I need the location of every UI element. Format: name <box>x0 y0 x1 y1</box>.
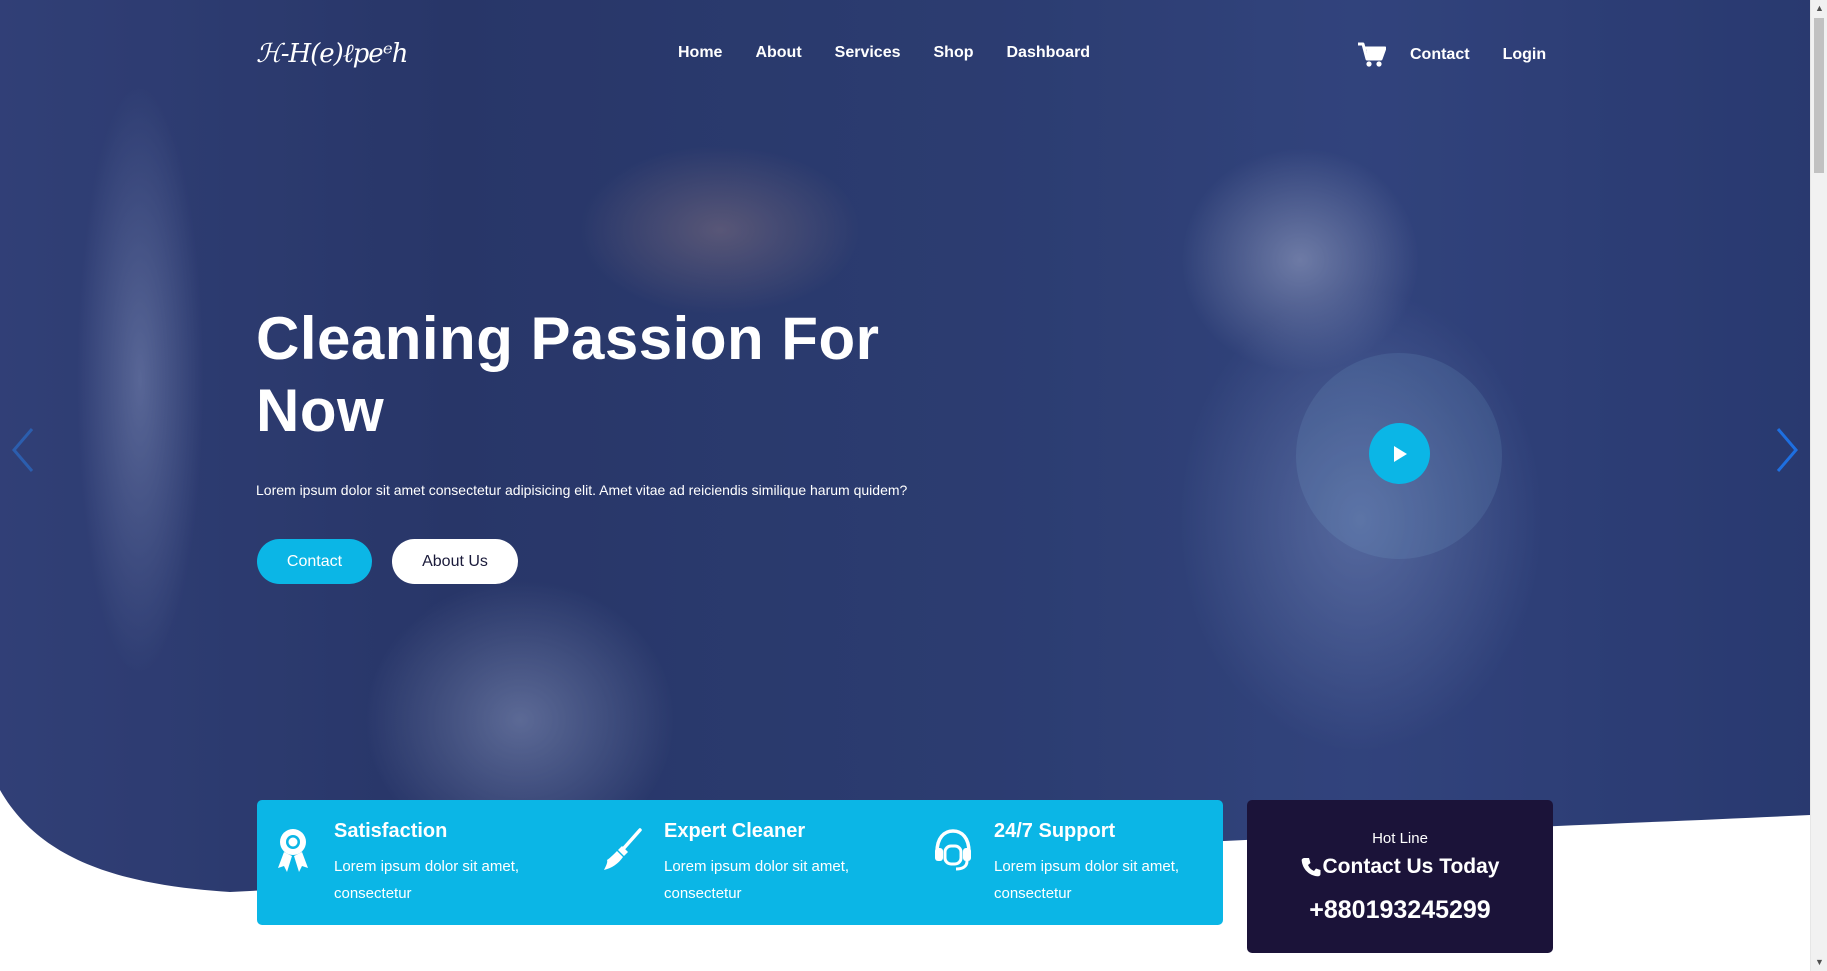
chevron-right-icon[interactable] <box>1772 425 1802 475</box>
nav-home[interactable]: Home <box>678 44 722 62</box>
hotline-phone[interactable]: +880193245299 <box>1247 896 1553 925</box>
scroll-down-arrow-icon[interactable]: ▼ <box>1811 954 1827 971</box>
hotline-label: Hot Line <box>1372 830 1428 847</box>
feature-title: Expert Cleaner <box>664 820 806 842</box>
feature-text: Lorem ipsum dolor sit amet, consectetur <box>664 858 850 902</box>
award-icon <box>278 829 308 872</box>
headset-icon <box>935 829 971 871</box>
hotline-box: Hot Line Contact Us Today +880193245299 <box>1247 800 1553 953</box>
contact-button[interactable]: Contact <box>257 539 372 584</box>
feature-expert-cleaner: Expert Cleaner Lorem ipsum dolor sit ame… <box>587 800 907 925</box>
nav-right: Contact Login <box>1358 42 1579 68</box>
feature-title: 24/7 Support <box>994 820 1116 842</box>
chevron-left-icon[interactable] <box>8 425 38 475</box>
features-bar: Satisfaction Lorem ipsum dolor sit amet,… <box>257 800 1223 925</box>
nav-services[interactable]: Services <box>835 44 901 62</box>
page-scrollbar[interactable]: ▲ ▼ <box>1810 0 1827 971</box>
nav-about[interactable]: About <box>755 44 801 62</box>
feature-text: Lorem ipsum dolor sit amet, consectetur <box>994 858 1180 902</box>
scroll-up-arrow-icon[interactable]: ▲ <box>1811 0 1827 17</box>
play-video-button[interactable] <box>1369 423 1430 484</box>
broom-icon <box>604 828 642 870</box>
feature-text: Lorem ipsum dolor sit amet, consectetur <box>334 858 520 902</box>
hotline-title-row: Contact Us Today <box>1247 855 1553 879</box>
hotline-title: Contact Us Today <box>1322 855 1500 878</box>
nav-shop[interactable]: Shop <box>934 44 974 62</box>
about-us-button[interactable]: About Us <box>392 539 518 584</box>
nav-dashboard[interactable]: Dashboard <box>1007 44 1091 62</box>
play-icon <box>1393 445 1407 462</box>
cart-icon[interactable] <box>1358 42 1386 68</box>
feature-satisfaction: Satisfaction Lorem ipsum dolor sit amet,… <box>257 800 577 925</box>
hero-description: Lorem ipsum dolor sit amet consectetur a… <box>256 482 908 498</box>
phone-icon <box>1301 858 1321 877</box>
scrollbar-thumb[interactable] <box>1814 18 1824 173</box>
hero-title: Cleaning Passion For Now <box>256 305 880 444</box>
nav-contact[interactable]: Contact <box>1410 46 1470 64</box>
feature-support: 24/7 Support Lorem ipsum dolor sit amet,… <box>917 800 1237 925</box>
site-logo[interactable]: ℋ-H(e)ℓpeᵉh <box>256 36 408 72</box>
feature-title: Satisfaction <box>334 820 448 842</box>
main-nav: Home About Services Shop Dashboard <box>678 44 1123 62</box>
nav-login[interactable]: Login <box>1503 46 1547 64</box>
